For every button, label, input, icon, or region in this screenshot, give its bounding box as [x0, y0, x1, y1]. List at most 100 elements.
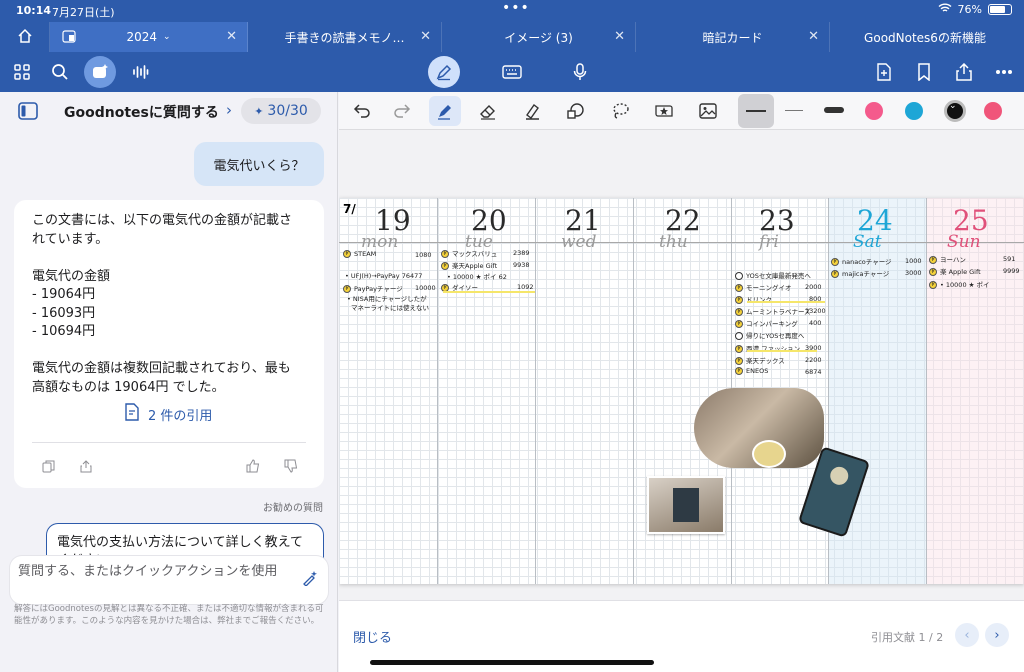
photo-sticker-gift[interactable] — [647, 476, 725, 534]
coin-icon: ¥ — [735, 320, 743, 328]
share-icon[interactable] — [950, 58, 978, 86]
answer-line — [32, 342, 312, 361]
close-tab-icon[interactable]: ✕ — [420, 29, 431, 44]
stroke-thick[interactable] — [824, 107, 844, 113]
color-red-swatch[interactable] — [984, 102, 1002, 120]
coin-icon: ¥ — [441, 250, 449, 258]
coin-icon: ¥ — [735, 357, 743, 365]
tab-label: 2024 — [126, 30, 157, 44]
day-name: fri — [759, 232, 779, 252]
thumbs-up-icon[interactable] — [245, 458, 261, 474]
close-button[interactable]: 閉じる — [353, 627, 392, 646]
multitask-dots-icon[interactable]: ••• — [502, 0, 530, 16]
highlighter-icon[interactable] — [519, 98, 545, 124]
citations-label: 2 件の引用 — [148, 408, 213, 424]
editor-area: ⌄ 7/ 19 mon 20 tue 21 wed 22 thu 23 fri … — [339, 92, 1024, 672]
coin-icon: ¥ — [831, 270, 839, 278]
tab-2024[interactable]: 2024 ⌄ ✕ — [50, 22, 248, 52]
entry-amount: 2000 — [805, 283, 822, 291]
entry-text: ENEOS — [746, 367, 769, 375]
entry-amount: 591 — [1003, 255, 1016, 263]
entry-text: 楽天デックス — [746, 357, 785, 365]
chevron-right-icon[interactable]: › — [226, 101, 232, 119]
tab-reading-notes[interactable]: 手書きの読書メモノ… ✕ — [248, 22, 442, 52]
entry-amount: 3000 — [905, 269, 922, 277]
entry: ¥ マックスバリュ — [441, 248, 497, 258]
entry-text: STEAM — [354, 250, 377, 258]
top-bar: 10:14 7月27日(土) ••• 76% 2024 ⌄ ✕ 手書きの読書メモ… — [0, 0, 1024, 92]
entry: ¥ nanacoチャージ — [831, 256, 892, 266]
user-question-text: 電気代いくら？ — [213, 158, 305, 174]
color-black-swatch-selected[interactable]: ⌄ — [944, 100, 966, 122]
entry: ¥ モーニングイオ — [735, 282, 792, 292]
status-time: 10:14 — [16, 4, 52, 17]
pen-tool-icon[interactable] — [429, 96, 461, 126]
coin-icon: ¥ — [343, 285, 351, 293]
day-divider — [437, 198, 438, 584]
next-citation-button[interactable]: › — [985, 623, 1009, 647]
search-icon[interactable] — [46, 58, 74, 86]
eraser-icon[interactable] — [475, 98, 501, 124]
image-icon[interactable] — [695, 98, 721, 124]
entry-text: モーニングイオ — [746, 284, 792, 292]
previous-citation-button[interactable]: ‹ — [955, 623, 979, 647]
sticker-icon[interactable] — [651, 98, 677, 124]
thumbs-down-icon[interactable] — [283, 458, 299, 474]
question-input[interactable]: 質問する、またはクイックアクションを使用 — [10, 556, 328, 604]
home-button[interactable] — [0, 22, 50, 52]
close-tab-icon[interactable]: ✕ — [226, 29, 237, 44]
sparkle-icon: ✦ — [254, 104, 264, 118]
credits-badge: ✦ 30/30 — [241, 98, 321, 124]
magic-pen-icon[interactable] — [302, 570, 318, 590]
entry: ¥ ENEOS — [735, 367, 768, 375]
tab-label: 暗記カード — [702, 30, 763, 45]
redo-icon[interactable] — [389, 98, 415, 124]
home-indicator[interactable] — [370, 660, 654, 665]
grid-icon[interactable] — [8, 58, 36, 86]
add-page-icon[interactable] — [870, 58, 898, 86]
notebook-canvas[interactable]: 7/ 19 mon 20 tue 21 wed 22 thu 23 fri 24… — [339, 130, 1024, 600]
status-date: 7月27日(土) — [52, 6, 115, 19]
tab-images[interactable]: イメージ (3) ✕ — [442, 22, 636, 52]
entry-text: 楽天Apple Gift — [452, 262, 498, 270]
color-pink-swatch[interactable] — [865, 102, 883, 120]
photo-sticker-family[interactable] — [694, 388, 824, 468]
sidebar-toggle-icon[interactable] — [18, 102, 38, 124]
undo-icon[interactable] — [349, 98, 375, 124]
lasso-icon[interactable] — [607, 98, 633, 124]
stroke-line — [746, 110, 766, 112]
stroke-thin-selected[interactable] — [738, 94, 774, 128]
citations-button[interactable]: 2 件の引用 — [124, 403, 212, 425]
entry-text: ヨーハン — [940, 256, 966, 264]
more-icon[interactable] — [990, 58, 1018, 86]
document-tab-icon — [62, 30, 76, 46]
entry-text: 帰りにYOSセ再度へ — [746, 332, 805, 340]
close-tab-icon[interactable]: ✕ — [808, 29, 819, 44]
battery-icon — [988, 4, 1012, 15]
day-name: thu — [659, 232, 688, 252]
voice-icon[interactable] — [126, 58, 154, 86]
shape-tool-icon[interactable] — [563, 98, 589, 124]
citation-counter: 引用文献 1 / 2 — [871, 631, 944, 644]
copy-icon[interactable] — [40, 458, 56, 474]
stroke-hairline[interactable] — [785, 110, 803, 111]
tab-bar: 2024 ⌄ ✕ 手書きの読書メモノ… ✕ イメージ (3) ✕ 暗記カード ✕… — [0, 22, 1024, 52]
bookmark-icon[interactable] — [910, 58, 938, 86]
keyboard-icon[interactable] — [498, 58, 526, 86]
tab-flashcards[interactable]: 暗記カード ✕ — [636, 22, 830, 52]
share-icon[interactable] — [78, 458, 94, 474]
color-blue-swatch[interactable] — [905, 102, 923, 120]
ai-assistant-icon[interactable] — [84, 56, 116, 88]
question-input-placeholder: 質問する、またはクイックアクションを使用 — [18, 564, 278, 579]
home-icon — [17, 28, 33, 47]
entry: ¥ 楽天Apple Gift — [441, 260, 497, 270]
tab-new-features[interactable]: GoodNotes6の新機能 — [830, 22, 1020, 52]
pencil-icon[interactable] — [428, 56, 460, 88]
close-tab-icon[interactable]: ✕ — [614, 29, 625, 44]
month-mark: 7/ — [343, 202, 356, 216]
day-name: wed — [561, 232, 597, 252]
mic-icon[interactable] — [566, 58, 594, 86]
battery-group: 76% — [938, 3, 1012, 16]
answer-line: 電気代の金額 — [32, 268, 111, 284]
entry-note: • UFJ(H)→PayPay 76477 — [345, 272, 423, 280]
